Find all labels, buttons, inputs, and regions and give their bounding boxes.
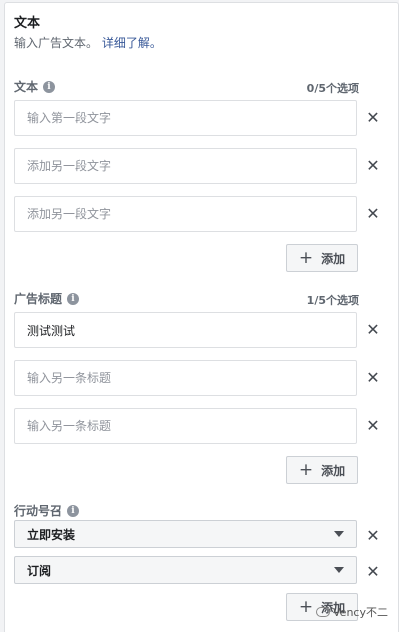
text-label-text: 文本 <box>14 80 39 94</box>
watermark-text: Vency不二 <box>333 606 388 619</box>
cta-select-1[interactable]: 立即安装 <box>14 520 357 548</box>
caret-down-icon <box>334 531 344 537</box>
text-label: 文本 i <box>14 78 56 95</box>
close-icon[interactable]: ✕ <box>366 206 380 222</box>
close-icon[interactable]: ✕ <box>366 418 380 434</box>
caret-down-icon <box>334 567 344 573</box>
headline-option-count: 1/5个选项 <box>306 294 359 307</box>
close-icon[interactable]: ✕ <box>366 110 380 126</box>
headline-field-3[interactable] <box>14 408 357 444</box>
cta-select-2-value: 订阅 <box>27 563 52 578</box>
cta-label-text: 行动号召 <box>14 504 63 518</box>
add-text-label: 添加 <box>321 251 346 266</box>
close-icon[interactable]: ✕ <box>366 564 380 580</box>
wechat-icon <box>316 607 330 617</box>
close-icon[interactable]: ✕ <box>366 528 380 544</box>
section-description: 输入广告文本。 详细了解。 <box>14 34 162 51</box>
text-field-3[interactable] <box>14 196 357 232</box>
text-option-count: 0/5个选项 <box>306 82 359 95</box>
headline-label-text: 广告标题 <box>14 292 63 306</box>
text-field-2[interactable] <box>14 148 357 184</box>
info-icon[interactable]: i <box>67 504 80 517</box>
close-icon[interactable]: ✕ <box>366 322 380 338</box>
add-text-button[interactable]: + 添加 <box>286 244 358 272</box>
cta-select-1-value: 立即安装 <box>27 527 76 542</box>
plus-icon: + <box>298 596 314 617</box>
add-headline-label: 添加 <box>321 463 346 478</box>
cta-label: 行动号召 i <box>14 502 80 519</box>
cta-select-2[interactable]: 订阅 <box>14 556 357 584</box>
headline-field-2[interactable] <box>14 360 357 396</box>
text-field-1[interactable] <box>14 100 357 136</box>
plus-icon: + <box>298 247 314 268</box>
close-icon[interactable]: ✕ <box>366 158 380 174</box>
info-icon[interactable]: i <box>43 80 56 93</box>
close-icon[interactable]: ✕ <box>366 370 380 386</box>
plus-icon: + <box>298 459 314 480</box>
headline-label: 广告标题 i <box>14 290 80 307</box>
description-text: 输入广告文本。 <box>14 36 99 50</box>
watermark: Vency不二 <box>316 604 388 620</box>
headline-field-1[interactable] <box>14 312 357 348</box>
section-title: 文本 <box>14 16 41 31</box>
add-headline-button[interactable]: + 添加 <box>286 456 358 484</box>
learn-more-link[interactable]: 详细了解。 <box>102 36 162 50</box>
info-icon[interactable]: i <box>67 292 80 305</box>
